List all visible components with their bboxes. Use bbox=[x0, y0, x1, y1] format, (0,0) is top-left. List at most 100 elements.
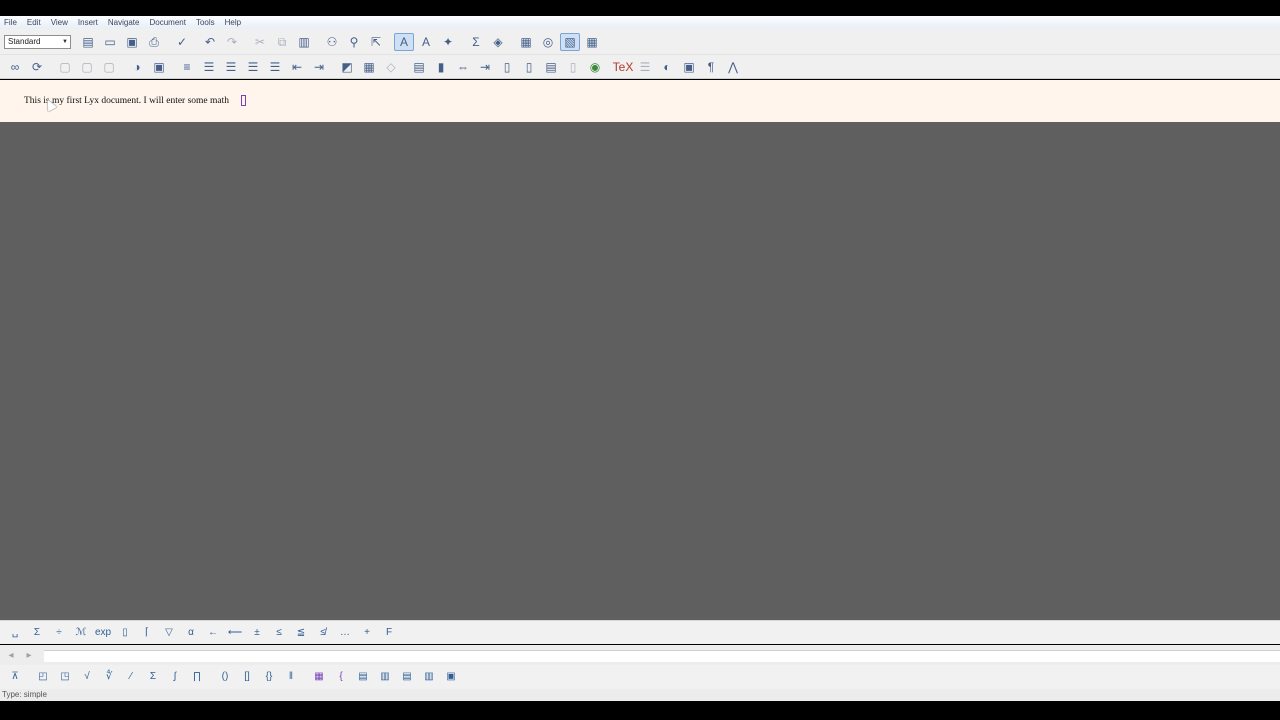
insert-cross-ref-icon[interactable]: ⇥ bbox=[474, 57, 496, 77]
insert-note-icon[interactable]: ▤ bbox=[540, 57, 562, 77]
math-dots-icon[interactable]: … bbox=[334, 623, 356, 643]
nav-back-icon[interactable]: ◂ bbox=[2, 647, 20, 663]
insert-label-icon[interactable]: ◇ bbox=[380, 57, 402, 77]
update-icon[interactable]: ⟳ bbox=[26, 57, 48, 77]
cut-icon[interactable]: ✂ bbox=[249, 32, 271, 52]
navigation-field[interactable] bbox=[44, 650, 1280, 662]
insert-external-material-icon[interactable]: ▣ bbox=[678, 57, 700, 77]
math-accents-icon[interactable]: ▽ bbox=[158, 623, 180, 643]
math-font-symbol-icon[interactable]: F bbox=[378, 623, 400, 643]
print-icon[interactable]: ⎙ bbox=[143, 32, 165, 52]
math-font-style-icon[interactable]: ℳ bbox=[70, 623, 92, 643]
math-sqrt-icon[interactable]: √ bbox=[76, 667, 98, 687]
math-add-column-icon[interactable]: ▥ bbox=[374, 667, 396, 687]
insert-citation-icon[interactable]: ◐ bbox=[656, 57, 678, 77]
math-icon[interactable]: Σ bbox=[465, 32, 487, 52]
text-style-icon[interactable]: A bbox=[394, 32, 414, 51]
view-ps-icon[interactable]: ▢ bbox=[98, 57, 120, 77]
insert-bookmark-icon[interactable]: ▮ bbox=[430, 57, 452, 77]
math-braces-icon[interactable]: {} bbox=[258, 667, 280, 687]
font-icon[interactable]: A bbox=[415, 32, 437, 52]
insert-url-icon[interactable]: ◉ bbox=[584, 57, 606, 77]
math-double-bars-icon[interactable]: ‖ bbox=[280, 667, 302, 687]
toggle-math-toolbar-icon[interactable]: ▧ bbox=[560, 32, 580, 51]
nav-forward-icon[interactable]: ▸ bbox=[20, 647, 38, 663]
copy-icon[interactable]: ⧉ bbox=[271, 32, 293, 52]
menu-tools[interactable]: Tools bbox=[192, 16, 221, 29]
list-icon[interactable]: ☰ bbox=[264, 57, 286, 77]
insert-hyperlink-icon[interactable]: ⇔ bbox=[452, 57, 474, 77]
spellcheck-icon[interactable]: ✓ bbox=[171, 32, 193, 52]
increase-depth-icon[interactable]: ⇥ bbox=[308, 57, 330, 77]
math-functions-icon[interactable]: exp bbox=[92, 623, 114, 643]
math-root-icon[interactable]: ∜ bbox=[98, 667, 120, 687]
math-operators-icon[interactable]: Σ bbox=[26, 623, 48, 643]
insert-bibtex-icon[interactable]: ⋀ bbox=[722, 57, 744, 77]
math-parentheses-icon[interactable]: () bbox=[214, 667, 236, 687]
paragraph-layout-select[interactable]: Standard ▼ bbox=[4, 34, 71, 49]
math-inset[interactable] bbox=[241, 95, 246, 106]
view-source-icon[interactable]: ◎ bbox=[537, 32, 559, 52]
math-relations-icon[interactable]: ≤ bbox=[268, 623, 290, 643]
insert-tex-code-icon[interactable]: TeX bbox=[612, 57, 634, 77]
math-panel-icon[interactable]: ▣ bbox=[440, 667, 462, 687]
math-greek-icon[interactable]: α bbox=[180, 623, 202, 643]
math-delete-row-icon[interactable]: ▤ bbox=[396, 667, 418, 687]
math-fraction-style-icon[interactable]: ÷ bbox=[48, 623, 70, 643]
menu-file[interactable]: File bbox=[0, 16, 23, 29]
math-subscript-icon[interactable]: ◰ bbox=[32, 667, 54, 687]
redo-icon[interactable]: ↷ bbox=[221, 32, 243, 52]
toggle-table-toolbar-icon[interactable]: ▦ bbox=[581, 32, 603, 52]
math-frac-icon[interactable]: ⁄ bbox=[120, 667, 142, 687]
insert-index-icon[interactable]: ☰ bbox=[634, 57, 656, 77]
math-delete-column-icon[interactable]: ▥ bbox=[418, 667, 440, 687]
menu-document[interactable]: Document bbox=[145, 16, 191, 29]
math-cases-icon[interactable]: { bbox=[330, 667, 352, 687]
math-negations-icon[interactable]: ≰ bbox=[312, 623, 334, 643]
menu-view[interactable]: View bbox=[47, 16, 74, 29]
menu-help[interactable]: Help bbox=[221, 16, 247, 29]
math-integral-icon[interactable]: ∫ bbox=[164, 667, 186, 687]
math-space-icon[interactable]: ␣ bbox=[4, 623, 26, 643]
enumerate-icon[interactable]: ☰ bbox=[220, 57, 242, 77]
open-icon[interactable]: ▭ bbox=[99, 32, 121, 52]
insert-reference-icon[interactable]: ▤ bbox=[408, 57, 430, 77]
insert-margin-note-icon[interactable]: ▯ bbox=[518, 57, 540, 77]
math-frac-box-icon[interactable]: ▯ bbox=[114, 623, 136, 643]
math-brackets-icon[interactable]: [] bbox=[236, 667, 258, 687]
navigate-icon[interactable]: ⇱ bbox=[365, 32, 387, 52]
math-superscript-icon[interactable]: ◳ bbox=[54, 667, 76, 687]
menu-edit[interactable]: Edit bbox=[23, 16, 47, 29]
insert-table-icon[interactable]: ▦ bbox=[515, 32, 537, 52]
itemize-icon[interactable]: ☰ bbox=[198, 57, 220, 77]
math-binary-operators-icon[interactable]: ± bbox=[246, 623, 268, 643]
change-tracking-icon[interactable]: ◑ bbox=[126, 57, 148, 77]
align-default-icon[interactable]: ≡ bbox=[176, 57, 198, 77]
math-matrix-icon[interactable]: ▦ bbox=[308, 667, 330, 687]
math-sum-icon[interactable]: Σ bbox=[142, 667, 164, 687]
insert-table-float-icon[interactable]: ▦ bbox=[358, 57, 380, 77]
math-product-icon[interactable]: ∏ bbox=[186, 667, 208, 687]
insert-figure-icon[interactable]: ◩ bbox=[336, 57, 358, 77]
insert-box-icon[interactable]: ▯ bbox=[562, 57, 584, 77]
save-icon[interactable]: ▣ bbox=[121, 32, 143, 52]
view-dvi-icon[interactable]: ▢ bbox=[76, 57, 98, 77]
menu-navigate[interactable]: Navigate bbox=[104, 16, 146, 29]
review-icon[interactable]: ▣ bbox=[148, 57, 170, 77]
paste-icon[interactable]: ▥ bbox=[293, 32, 315, 52]
insert-glossary-icon[interactable]: ¶ bbox=[700, 57, 722, 77]
math-arrows-icon[interactable]: ← bbox=[202, 623, 224, 643]
math-add-row-icon[interactable]: ▤ bbox=[352, 667, 374, 687]
math-relations-2-icon[interactable]: ≦ bbox=[290, 623, 312, 643]
view-pdf-icon[interactable]: ▢ bbox=[54, 57, 76, 77]
description-icon[interactable]: ☰ bbox=[242, 57, 264, 77]
decrease-depth-icon[interactable]: ⇤ bbox=[286, 57, 308, 77]
emphasis-icon[interactable]: ✦ bbox=[437, 32, 459, 52]
insert-graphics-icon[interactable]: ◈ bbox=[487, 32, 509, 52]
menu-insert[interactable]: Insert bbox=[74, 16, 104, 29]
math-display-icon[interactable]: ⊼ bbox=[4, 667, 26, 687]
math-delimiters-icon[interactable]: ⌈ bbox=[136, 623, 158, 643]
view-icon[interactable]: ∞ bbox=[4, 57, 26, 77]
search-icon[interactable]: ⚲ bbox=[343, 32, 365, 52]
find-replace-icon[interactable]: ⚇ bbox=[321, 32, 343, 52]
